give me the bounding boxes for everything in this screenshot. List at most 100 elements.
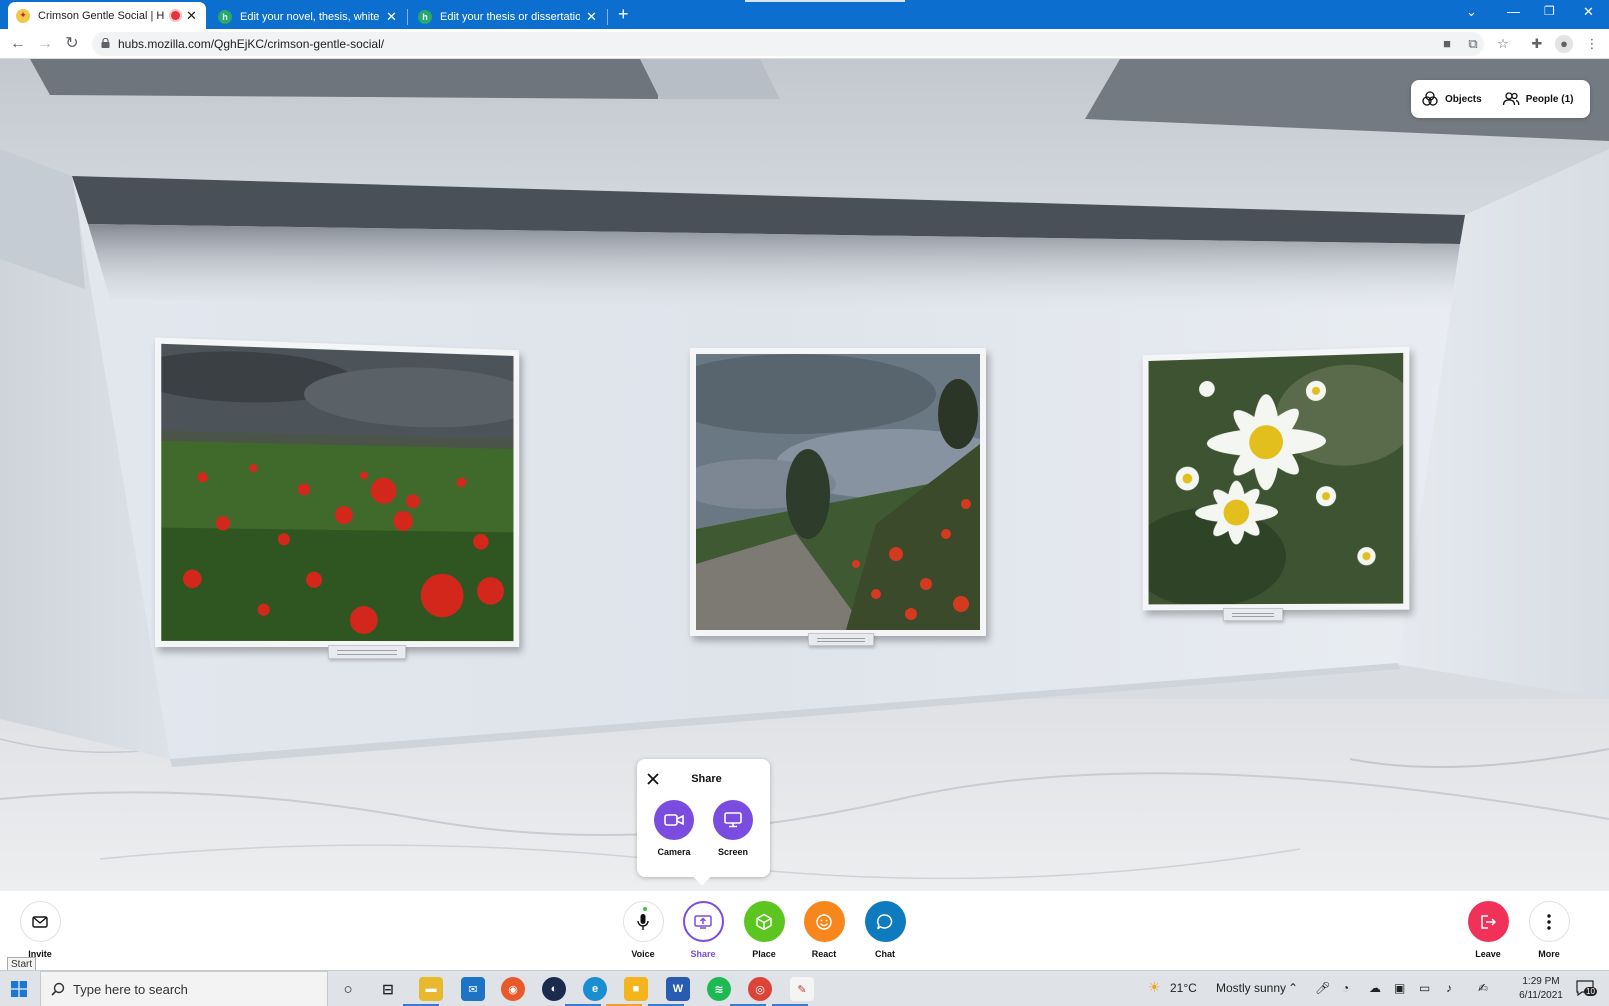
invite-button[interactable]: Invite [12, 901, 68, 959]
task-view-icon[interactable]: ⊟ [376, 977, 400, 1001]
tab-edit-novel[interactable]: h Edit your novel, thesis, white pap ✕ [210, 4, 406, 29]
tray-display-icon[interactable]: ▣ [1394, 981, 1405, 995]
taskbar-clock[interactable]: 1:29 PM 6/11/2021 [1511, 975, 1571, 1003]
more-button[interactable]: More [1521, 901, 1577, 959]
tray-pen-icon[interactable]: ✍ [1478, 981, 1488, 995]
address-bar[interactable]: hubs.mozilla.com/QghEjKC/crimson-gentle-… [92, 32, 1484, 56]
painting-poppy-field[interactable] [155, 337, 520, 648]
close-tab-icon[interactable]: ✕ [186, 9, 198, 22]
window-close-icon[interactable]: ✕ [1583, 4, 1594, 20]
objects-icon [1422, 91, 1438, 106]
leave-button[interactable]: Leave [1460, 901, 1516, 959]
notification-center-icon[interactable]: 10 [1576, 980, 1597, 998]
camera-in-use-icon[interactable]: ■ [1438, 35, 1456, 53]
painting-plaque [1223, 608, 1283, 621]
people-button[interactable]: People (1) [1492, 80, 1584, 118]
weather-sun-icon[interactable]: ☀ [1148, 979, 1161, 996]
sticky-notes-icon[interactable]: ■ [624, 977, 648, 1001]
tab-search-icon[interactable]: ⌄ [1466, 4, 1477, 20]
hubs-3d-scene[interactable] [0, 59, 1609, 891]
place-circle[interactable] [743, 901, 785, 942]
bookmark-star-icon[interactable]: ☆ [1494, 35, 1512, 53]
leave-label: Leave [1475, 949, 1501, 959]
tab-separator [607, 9, 608, 25]
voice-label: Voice [631, 949, 655, 959]
react-button[interactable]: React [796, 901, 852, 959]
video-camera-icon [664, 814, 684, 826]
share-circle[interactable] [682, 901, 724, 942]
share-screen-circle[interactable] [713, 800, 753, 840]
app-globe-icon[interactable]: ◐ [542, 977, 566, 1001]
voice-button[interactable]: Voice [615, 901, 671, 959]
close-tab-icon[interactable]: ✕ [386, 10, 398, 23]
paint-app-icon[interactable]: ✎ [790, 977, 814, 1001]
more-dots-icon [1547, 913, 1551, 930]
chat-circle[interactable] [864, 901, 906, 942]
share-label: Share [690, 949, 716, 959]
weather-temperature[interactable]: 21°C [1170, 981, 1197, 995]
minimize-icon[interactable]: — [1507, 4, 1520, 19]
lock-icon [101, 38, 110, 48]
mail-icon[interactable]: ✉ [461, 977, 485, 1001]
cortana-icon[interactable]: ○ [336, 977, 360, 1001]
leave-circle[interactable] [1467, 901, 1509, 942]
voice-circle[interactable] [622, 901, 664, 942]
painting-plaque [808, 633, 874, 646]
open-in-app-icon[interactable]: ⧉ [1464, 35, 1482, 53]
tray-battery-icon[interactable]: ▭ [1419, 981, 1430, 995]
browser-toolbar: ← → ↻ hubs.mozilla.com/QghEjKC/crimson-g… [0, 29, 1609, 59]
mic-level-dot [642, 907, 647, 911]
tray-network-icon[interactable]: ◔ [1342, 981, 1349, 995]
taskbar-search-box[interactable]: Type here to search [40, 971, 328, 1006]
share-camera-circle[interactable] [654, 800, 694, 840]
more-label: More [1538, 949, 1560, 959]
microphone-icon [637, 913, 649, 930]
firefox-icon[interactable]: ◉ [501, 977, 525, 1001]
painting-country-road[interactable] [690, 348, 986, 636]
browser-menu-icon[interactable]: ⋮ [1583, 35, 1601, 53]
react-circle[interactable] [803, 901, 845, 942]
tab-crimson-gentle-social[interactable]: ✦ Crimson Gentle Social | Hub ✕ [8, 2, 206, 29]
restore-icon[interactable]: ❐ [1544, 4, 1555, 18]
tray-onedrive-icon[interactable]: ☁ [1369, 981, 1381, 995]
windows-start-icon[interactable] [11, 981, 27, 997]
scribendi-icon: h [218, 9, 232, 24]
chrome-icon[interactable]: ◎ [748, 977, 772, 1001]
spotify-icon[interactable]: ≋ [707, 977, 731, 1001]
back-icon[interactable]: ← [8, 34, 28, 54]
cube-icon [756, 913, 772, 930]
chat-label: Chat [875, 949, 895, 959]
new-tab-button[interactable]: + [618, 5, 629, 23]
share-popover-title: Share [691, 773, 722, 785]
share-screen-label: Screen [717, 847, 749, 857]
extensions-icon[interactable]: ✚ [1528, 35, 1546, 53]
tray-volume-icon[interactable]: ♪ [1446, 981, 1452, 995]
tab-title: Crimson Gentle Social | Hub [38, 9, 165, 22]
invite-circle[interactable] [19, 901, 61, 942]
word-icon[interactable]: W [666, 977, 690, 1001]
profile-avatar-icon[interactable]: ● [1555, 35, 1573, 53]
objects-button[interactable]: Objects [1411, 80, 1492, 118]
chat-button[interactable]: Chat [857, 901, 913, 959]
tray-mic-icon[interactable]: 🎤︎ [1315, 981, 1330, 995]
forward-icon[interactable]: → [35, 34, 55, 54]
share-camera-button[interactable]: Camera [652, 800, 696, 857]
close-tab-icon[interactable]: ✕ [586, 10, 598, 23]
tab-edit-thesis[interactable]: h Edit your thesis or dissertation b ✕ [410, 4, 606, 29]
share-button[interactable]: Share [675, 901, 731, 959]
clock-date: 6/11/2021 [1519, 990, 1563, 1001]
poppy-field-image [161, 343, 514, 642]
tray-chevron-icon[interactable]: ⌃ [1288, 981, 1298, 995]
tab-separator [407, 9, 408, 25]
place-label: Place [752, 949, 776, 959]
file-explorer-icon[interactable]: ▬ [419, 977, 443, 1001]
share-screen-button[interactable]: Screen [711, 800, 755, 857]
reload-icon[interactable]: ↻ [62, 34, 82, 54]
edge-icon[interactable]: e [583, 977, 607, 1001]
place-button[interactable]: Place [736, 901, 792, 959]
painting-daisies[interactable] [1142, 346, 1410, 611]
more-circle[interactable] [1528, 901, 1570, 942]
weather-condition[interactable]: Mostly sunny [1216, 981, 1286, 995]
search-icon [51, 982, 65, 996]
browser-tab-strip: ✦ Crimson Gentle Social | Hub ✕ h Edit y… [0, 0, 1609, 29]
